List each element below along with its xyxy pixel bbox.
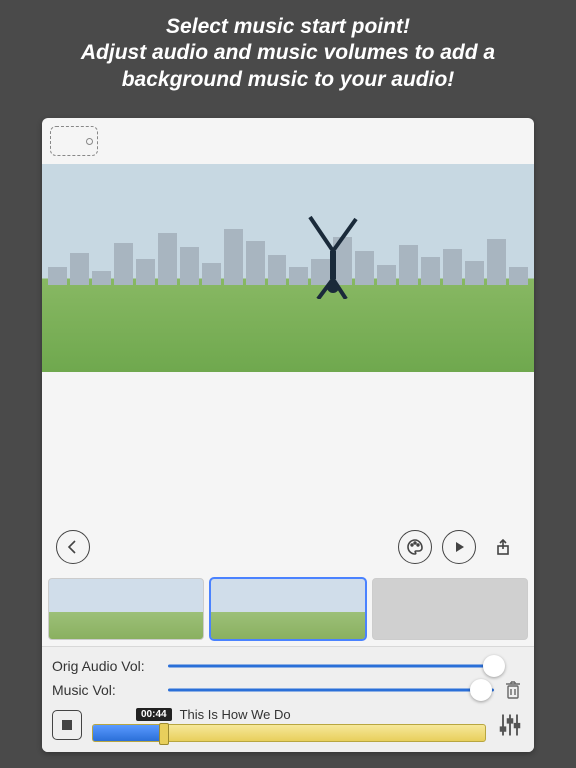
stop-icon <box>62 720 72 730</box>
person-figure <box>298 209 368 299</box>
mixer-button[interactable] <box>496 711 524 739</box>
back-button[interactable] <box>56 530 90 564</box>
device-orientation-icon <box>86 138 93 145</box>
top-bar <box>42 118 534 164</box>
share-button[interactable] <box>486 530 520 564</box>
share-icon <box>495 539 511 555</box>
play-button[interactable] <box>442 530 476 564</box>
video-preview[interactable] <box>42 164 534 372</box>
music-seek-bar[interactable] <box>92 724 486 742</box>
palette-button[interactable] <box>398 530 432 564</box>
toolbar <box>42 520 534 574</box>
orig-audio-slider[interactable] <box>168 656 494 676</box>
delete-music-button[interactable] <box>502 679 524 701</box>
mixer-icon <box>496 711 524 739</box>
clip-thumbnail[interactable] <box>210 578 366 640</box>
palette-icon <box>407 539 423 555</box>
play-icon <box>451 539 467 555</box>
clip-strip <box>42 574 534 646</box>
music-vol-slider[interactable] <box>168 680 494 700</box>
clip-thumbnail[interactable] <box>48 578 204 640</box>
promo-heading: Select music start point! Adjust audio a… <box>0 0 576 103</box>
trash-icon <box>502 679 524 701</box>
stop-button[interactable] <box>52 710 82 740</box>
promo-line-2: Adjust audio and music volumes to add a … <box>18 40 558 93</box>
app-screen: Orig Audio Vol: Music Vol: 00:4 <box>42 118 534 752</box>
promo-line-1: Select music start point! <box>18 14 558 40</box>
track-title: This Is How We Do <box>180 707 291 722</box>
orig-audio-label: Orig Audio Vol: <box>52 658 160 674</box>
time-badge: 00:44 <box>136 708 172 721</box>
chevron-left-icon <box>65 539 81 555</box>
clip-thumbnail[interactable] <box>372 578 528 640</box>
orientation-toggle[interactable] <box>50 126 98 156</box>
skyline-decoration <box>42 225 534 285</box>
audio-controls-panel: Orig Audio Vol: Music Vol: 00:4 <box>42 646 534 752</box>
music-vol-label: Music Vol: <box>52 682 160 698</box>
